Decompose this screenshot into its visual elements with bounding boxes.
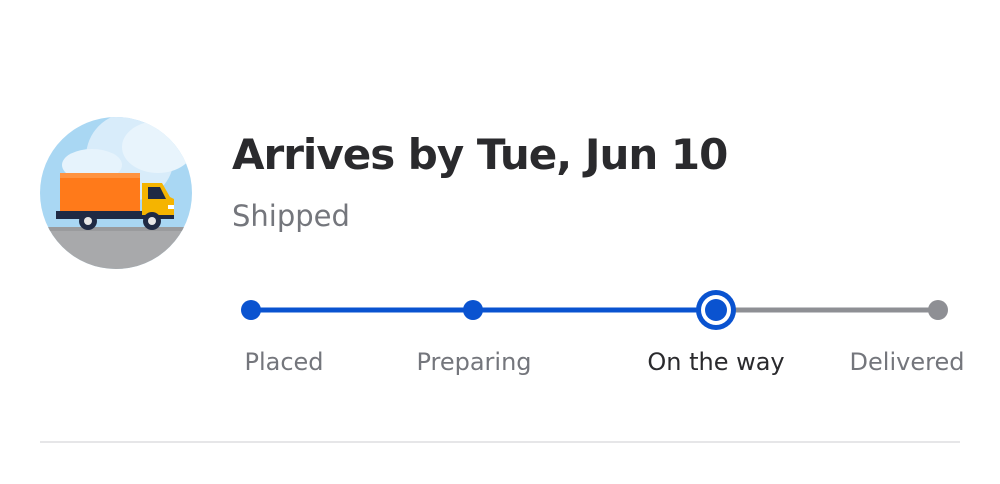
section-divider <box>40 441 960 443</box>
step-label-on-the-way: On the way <box>647 348 785 376</box>
delivery-truck-icon <box>40 117 192 269</box>
step-label-placed: Placed <box>244 348 324 376</box>
step-label-delivered: Delivered <box>849 348 965 376</box>
step-dot-placed <box>241 300 261 320</box>
delivery-status-card: Arrives by Tue, Jun 10 Shipped Placed Pr… <box>0 0 1000 484</box>
step-label-preparing: Preparing <box>416 348 532 376</box>
step-dot-preparing <box>463 300 483 320</box>
step-dot-delivered <box>928 300 948 320</box>
arrival-date-title: Arrives by Tue, Jun 10 <box>232 130 728 179</box>
shipment-status-text: Shipped <box>232 199 350 233</box>
step-dot-on-the-way <box>696 290 736 330</box>
